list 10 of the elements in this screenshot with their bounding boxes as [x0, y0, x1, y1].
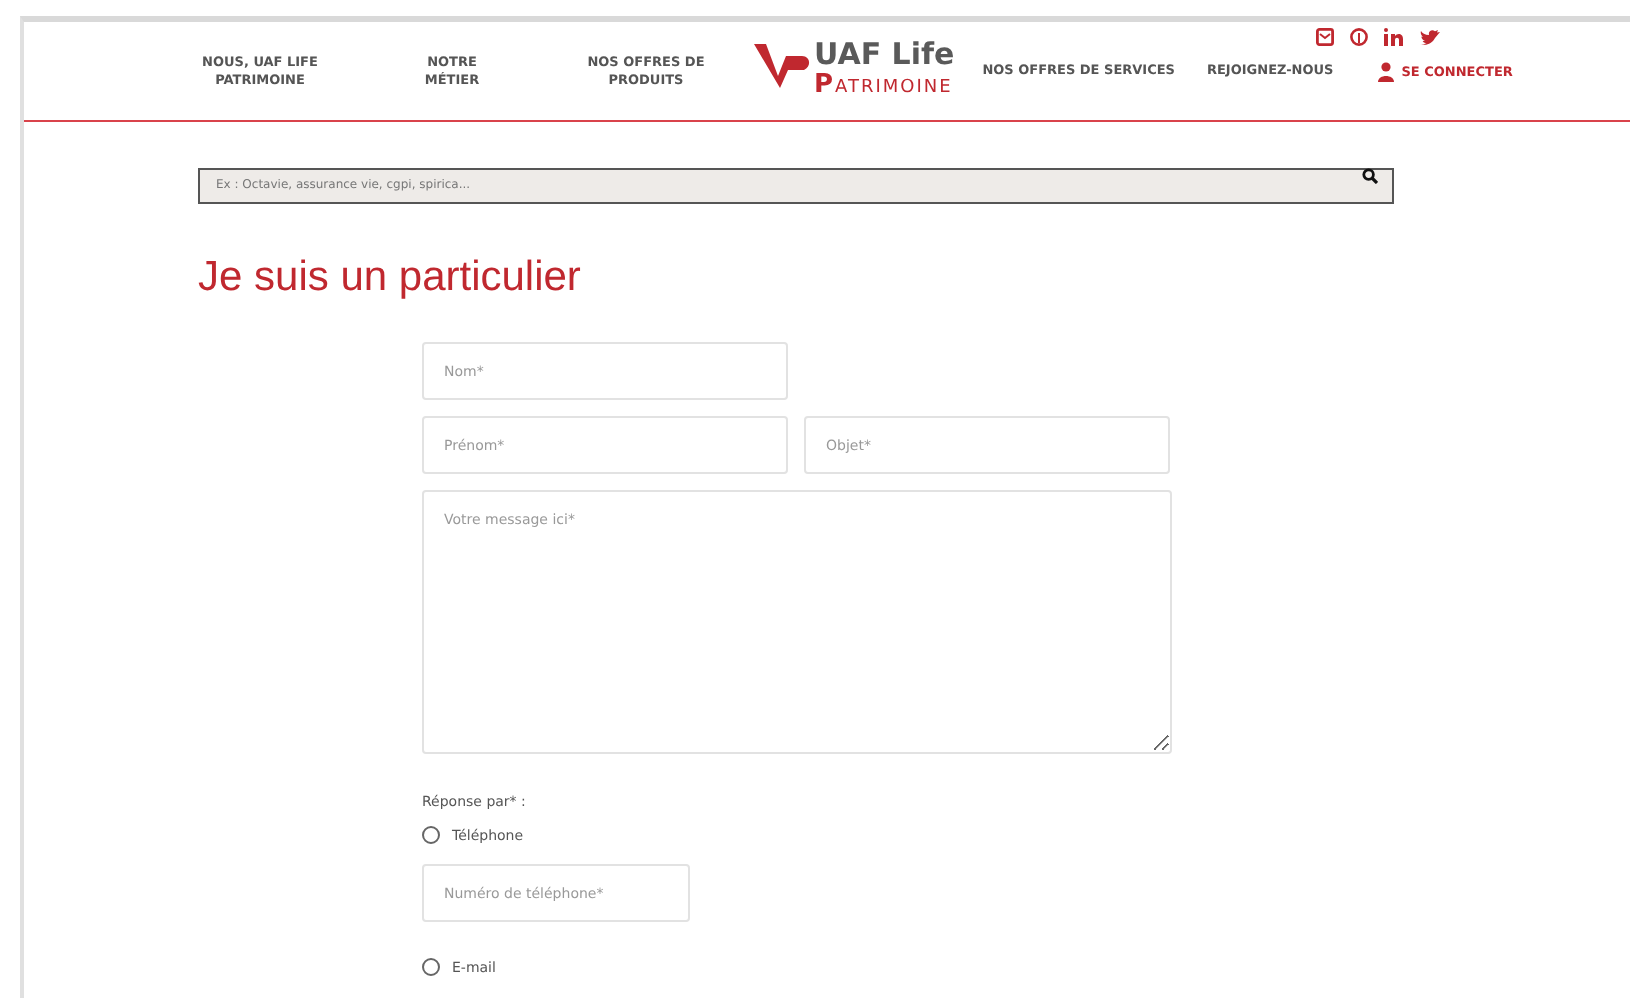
logo-subtitle: PATRIMOINE	[814, 70, 955, 102]
radio-icon[interactable]	[422, 826, 440, 844]
page-title: Je suis un particulier	[198, 254, 583, 302]
user-icon	[1377, 61, 1394, 81]
mail-icon[interactable]	[1316, 28, 1334, 46]
radio-icon[interactable]	[422, 958, 440, 976]
linkedin-icon[interactable]	[1384, 28, 1404, 46]
twitter-icon[interactable]	[1420, 29, 1440, 45]
search-icon[interactable]	[1362, 168, 1378, 184]
logo-text: UAF Life	[814, 40, 955, 71]
